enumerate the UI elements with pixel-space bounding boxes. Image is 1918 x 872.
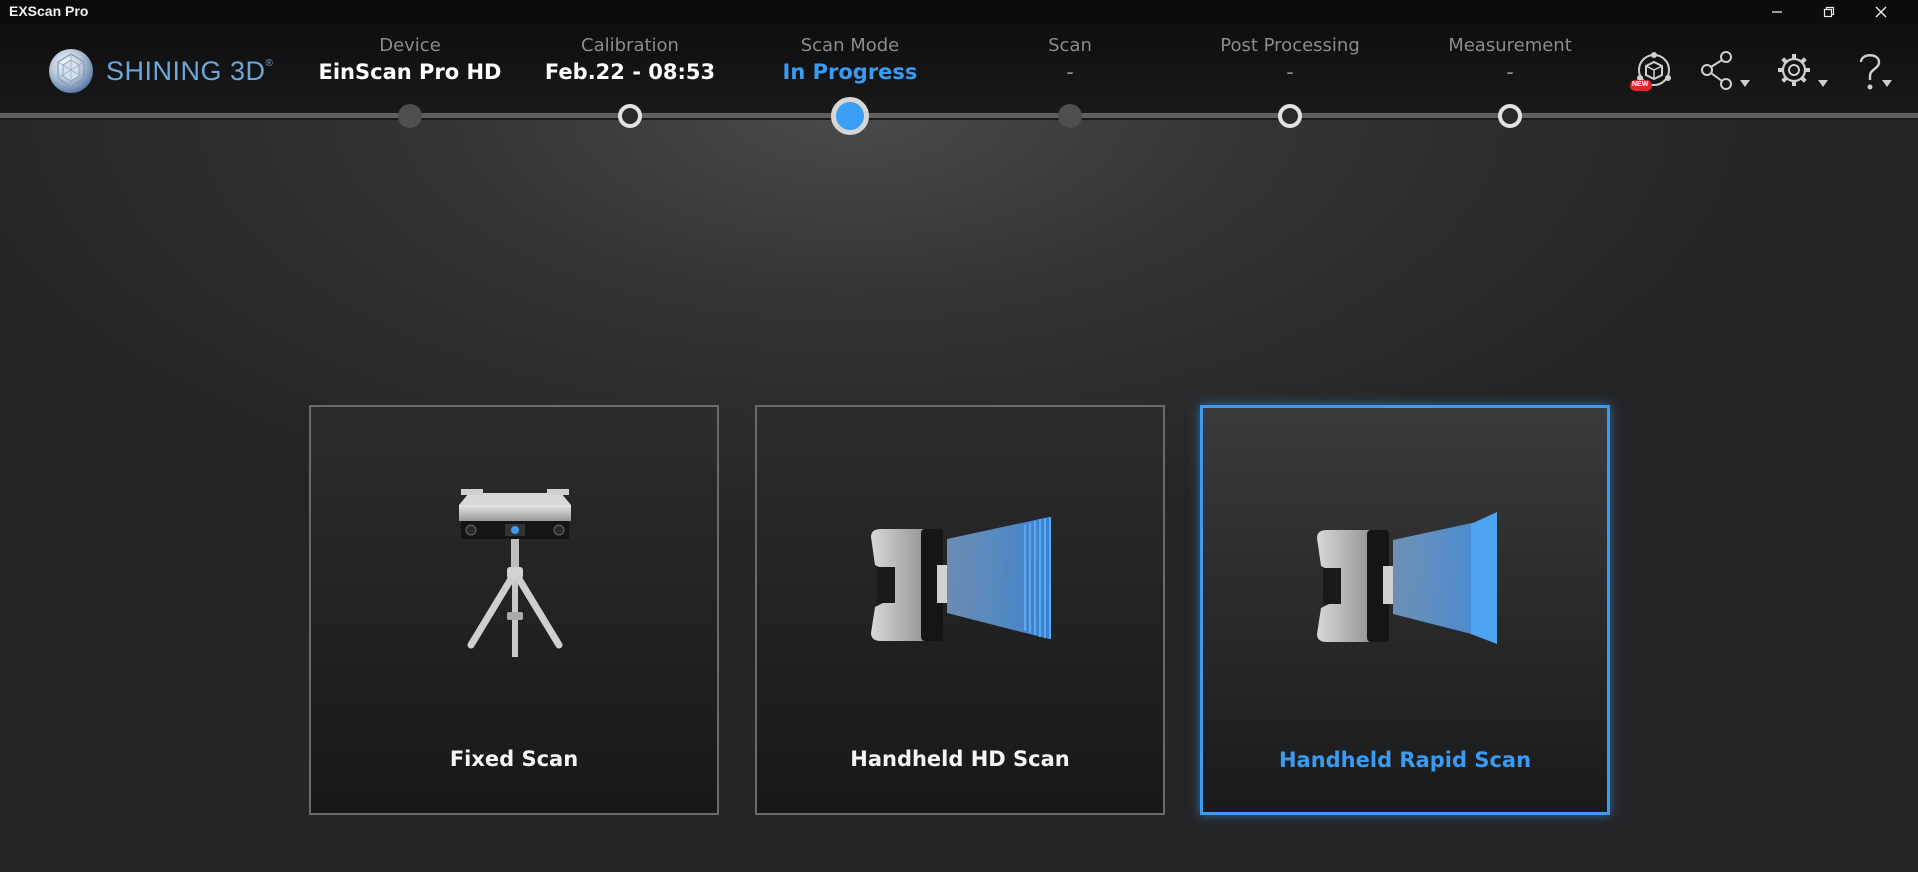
step-node-measurement[interactable] bbox=[1498, 104, 1522, 128]
restore-icon bbox=[1823, 6, 1835, 18]
new-badge: NEW bbox=[1632, 81, 1649, 88]
restore-button[interactable] bbox=[1806, 0, 1852, 24]
chevron-down-icon bbox=[1818, 80, 1828, 87]
model-new-icon bbox=[1630, 52, 1671, 91]
window-title: EXScan Pro bbox=[9, 3, 89, 19]
share-button[interactable] bbox=[1698, 48, 1754, 98]
step-label: Scan Mode bbox=[800, 35, 900, 56]
step-node-scan[interactable] bbox=[1058, 104, 1082, 128]
workflow-progress-line bbox=[0, 113, 1918, 118]
handheld-rapid-scanner-icon bbox=[1317, 512, 1497, 644]
step-label: Calibration bbox=[581, 35, 679, 56]
scan-mode-label: Handheld HD Scan bbox=[850, 747, 1070, 771]
close-icon bbox=[1875, 6, 1887, 18]
step-device[interactable]: Device EinScan Pro HD bbox=[300, 34, 520, 86]
help-button[interactable] bbox=[1850, 48, 1906, 98]
step-value: EinScan Pro HD bbox=[318, 60, 502, 84]
brand-name: SHINING 3D® bbox=[106, 55, 274, 86]
share-icon bbox=[1701, 51, 1732, 90]
step-node-scan-mode[interactable] bbox=[831, 97, 869, 135]
chevron-down-icon bbox=[1882, 80, 1892, 87]
step-measurement[interactable]: Measurement - bbox=[1400, 34, 1620, 86]
brand-logo: SHINING 3D® bbox=[48, 48, 273, 94]
minimize-icon bbox=[1772, 11, 1782, 13]
settings-button[interactable] bbox=[1774, 48, 1830, 98]
step-node-post-processing[interactable] bbox=[1278, 104, 1302, 128]
step-node-device[interactable] bbox=[398, 104, 422, 128]
step-calibration[interactable]: Calibration Feb.22 - 08:53 bbox=[520, 34, 740, 86]
handheld-hd-scanner-icon bbox=[871, 517, 1051, 641]
scan-mode-card-handheld-hd[interactable]: Handheld HD Scan bbox=[755, 405, 1165, 815]
step-scan[interactable]: Scan - bbox=[960, 34, 1180, 86]
step-value: - bbox=[1506, 60, 1514, 84]
scan-mode-label: Handheld Rapid Scan bbox=[1278, 748, 1532, 772]
new-model-button[interactable]: NEW bbox=[1626, 48, 1682, 98]
close-button[interactable] bbox=[1858, 0, 1904, 24]
step-value: - bbox=[1286, 60, 1294, 84]
step-value: In Progress bbox=[782, 60, 918, 84]
globe-logo-icon bbox=[49, 49, 93, 93]
step-value: - bbox=[1066, 60, 1074, 84]
tripod-scanner-icon bbox=[459, 489, 571, 657]
scan-mode-card-fixed[interactable]: Fixed Scan bbox=[309, 405, 719, 815]
step-value: Feb.22 - 08:53 bbox=[544, 60, 716, 84]
chevron-down-icon bbox=[1740, 80, 1750, 87]
step-post-processing[interactable]: Post Processing - bbox=[1180, 34, 1400, 86]
step-label: Device bbox=[379, 35, 441, 56]
scan-mode-card-handheld-rapid[interactable]: Handheld Rapid Scan bbox=[1200, 405, 1610, 815]
step-scan-mode[interactable]: Scan Mode In Progress bbox=[740, 34, 960, 86]
step-node-calibration[interactable] bbox=[618, 104, 642, 128]
step-label: Post Processing bbox=[1220, 35, 1360, 56]
step-label: Scan bbox=[1048, 35, 1092, 56]
help-icon bbox=[1859, 54, 1881, 90]
settings-icon bbox=[1778, 54, 1810, 86]
title-bar: EXScan Pro bbox=[0, 0, 1918, 24]
scan-mode-label: Fixed Scan bbox=[449, 747, 579, 771]
step-label: Measurement bbox=[1448, 35, 1572, 56]
minimize-button[interactable] bbox=[1754, 0, 1800, 24]
